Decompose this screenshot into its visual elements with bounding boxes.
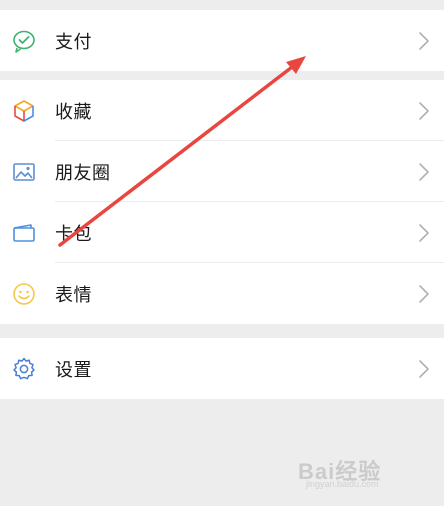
menu-item-cards-label: 卡包 (55, 223, 92, 245)
chevron-right-icon (418, 284, 430, 304)
menu-item-stickers-label: 表情 (55, 284, 92, 306)
favorites-cube-icon (11, 98, 37, 124)
pay-group: 支付 (0, 10, 444, 71)
chevron-right-icon (418, 359, 430, 379)
menu-item-stickers[interactable]: 表情 (0, 263, 444, 324)
chevron-right-icon (418, 31, 430, 51)
chevron-right-icon (418, 162, 430, 182)
menu-item-cards[interactable]: 卡包 (0, 202, 444, 263)
gear-icon (11, 356, 37, 382)
pay-icon (11, 28, 37, 54)
moments-image-icon (11, 159, 37, 185)
watermark-logo: Bai经验 jingyan.baidu.com (298, 450, 418, 492)
chevron-right-icon (418, 101, 430, 121)
menu-item-favorites-label: 收藏 (55, 101, 92, 123)
watermark-sub: jingyan.baidu.com (306, 479, 379, 489)
chevron-right-icon (418, 223, 430, 243)
menu-item-moments[interactable]: 朋友圈 (0, 141, 444, 202)
card-wallet-icon (11, 220, 37, 246)
menu-item-settings-label: 设置 (55, 359, 92, 381)
menu-item-moments-label: 朋友圈 (55, 162, 111, 184)
menu-item-pay-label: 支付 (55, 31, 92, 53)
features-group: 收藏 朋友圈 卡包 表情 (0, 80, 444, 324)
menu-item-favorites[interactable]: 收藏 (0, 80, 444, 141)
settings-group: 设置 (0, 338, 444, 399)
menu-item-settings[interactable]: 设置 (0, 338, 444, 399)
menu-item-pay[interactable]: 支付 (0, 10, 444, 71)
smiley-icon (11, 281, 37, 307)
